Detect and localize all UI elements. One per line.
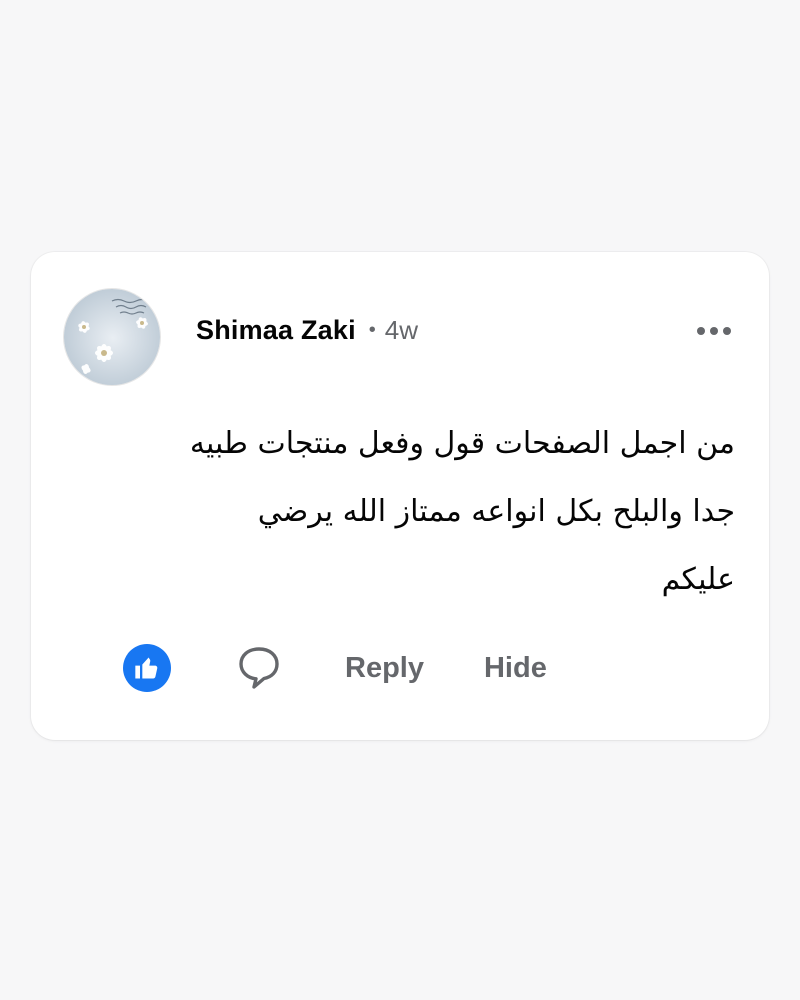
like-button[interactable] [123,644,171,692]
reply-button[interactable]: Reply [345,652,424,685]
comment-line: من اجمل الصفحات قول وفعل منتجات طبيه [189,426,735,461]
more-dots-icon [697,327,705,335]
thumbs-up-icon [135,657,158,679]
avatar[interactable] [63,288,161,386]
more-options-button[interactable] [689,314,739,348]
separator-dot: • [368,318,376,341]
comment-button[interactable] [235,644,283,692]
speech-bubble-icon [239,647,279,689]
author-name[interactable]: Shimaa Zaki [196,315,356,346]
comment-card: Shimaa Zaki • 4w من اجمل الصفحات قول وفع… [31,252,769,740]
timestamp[interactable]: 4w [385,315,418,346]
comment-line: جدا والبلح بكل انواعه ممتاز الله يرضي [257,494,735,529]
more-dots-icon [723,327,731,335]
author-row: Shimaa Zaki • 4w [196,310,418,350]
comment-line: عليكم [661,562,735,597]
comment-text: من اجمل الصفحات قول وفعل منتجات طبيه جدا… [121,410,735,614]
avatar-image [64,289,160,385]
hide-button[interactable]: Hide [484,652,547,685]
more-dots-icon [710,327,718,335]
comment-actions: Reply Hide [123,640,547,696]
